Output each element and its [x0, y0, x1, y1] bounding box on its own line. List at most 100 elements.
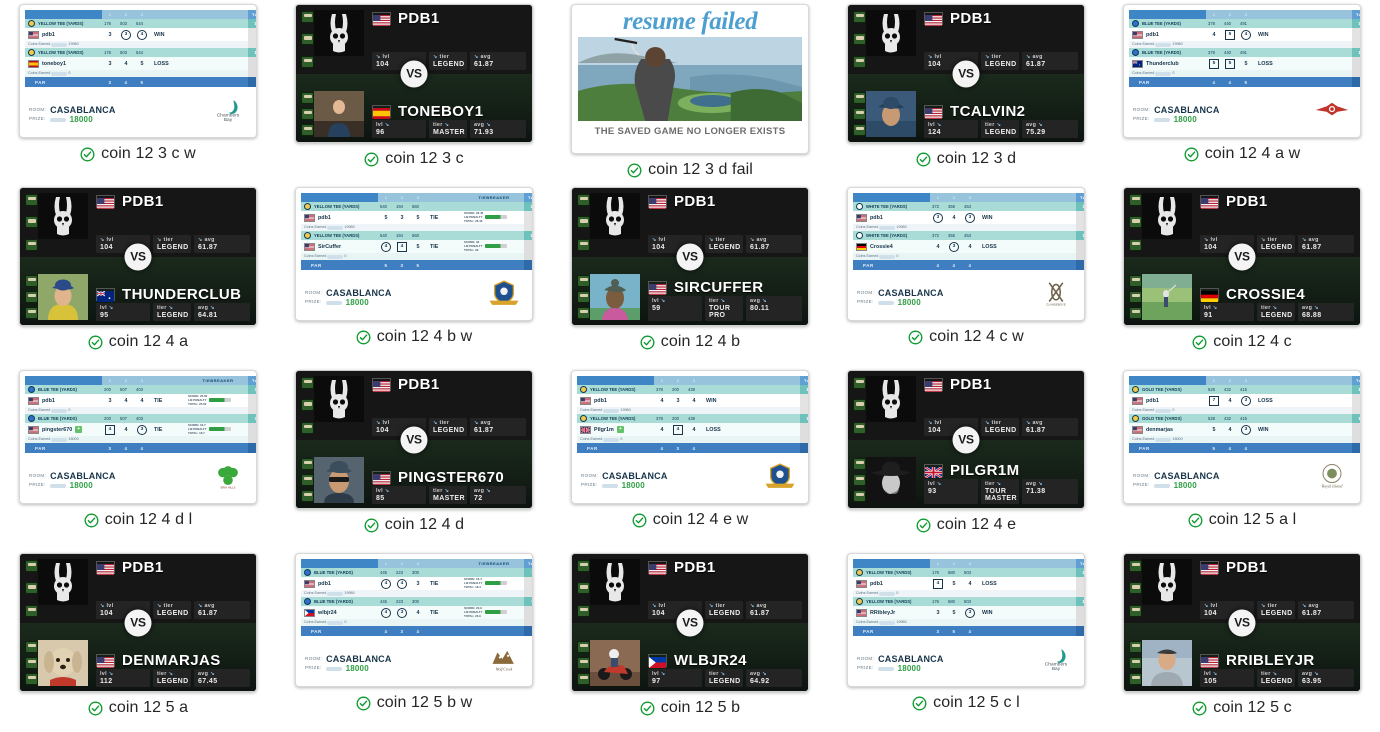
friend-add-icon[interactable]: + [75, 426, 83, 433]
versus-match-thumbnail[interactable]: PDB1 ↘ lvl 104 ↘ tier LEGEND ↘ avg 61.87 PILGR1… [847, 370, 1085, 509]
caption-text: coin 12 5 b [660, 699, 741, 716]
stat-tier: tier ↘ LEGEND [153, 669, 191, 687]
thumbnail-caption: coin 12 3 c [364, 150, 464, 168]
stat-tier-label: tier ↘ [985, 481, 1002, 487]
rank-badge-icon [301, 33, 314, 46]
rank-badge-icon [577, 657, 590, 669]
coins-pad3 [410, 224, 426, 231]
coins-pad4 [978, 619, 1016, 626]
scorecard-footer: ROOM: CASABLANCA PRIZE: 18000 [296, 270, 532, 307]
result-header [978, 559, 1016, 568]
tee-total: 1110 [248, 385, 256, 394]
caption-text: coin 12 4 c w [929, 328, 1024, 345]
rank-badge-icon [1129, 604, 1142, 617]
badge-column [301, 10, 314, 69]
room-label: ROOM: [305, 655, 323, 661]
scorecard-thumbnail[interactable]: 123TotalsYELLOW TEE (YARDS)3782004391017… [571, 370, 809, 504]
par-pad-tb [464, 626, 524, 636]
score-hole-3: 4 [134, 28, 150, 41]
player-info: RRIBLEYJR lvl ↘ 105 tier ↘ LEGEND avg ↘ 63.95 [1192, 647, 1360, 691]
caption-text: coin 12 4 b w [376, 328, 473, 345]
yards-2: 503 [118, 48, 134, 57]
stat-level-value: 105 [1204, 678, 1217, 685]
player-score-row: RRibleyJr353WIN11 [853, 606, 1084, 619]
coins-earned-cell: Coins Earned 18000 [25, 436, 102, 443]
tee-color-dot-icon [28, 49, 35, 56]
hole-2-header: 2 [670, 376, 686, 385]
par-total: 11 [524, 626, 532, 636]
coins-pad-total [248, 407, 256, 414]
stat-avg-label: avg ↘ [474, 122, 491, 128]
score-hole-2: 4 [118, 394, 134, 407]
scorecard-thumbnail[interactable]: 123TotalsWHITE TEE (YARDS)3723564531181p… [847, 187, 1085, 321]
versus-card: PDB1 ↘ lvl 104 ↘ tier LEGEND ↘ avg 61.87 TONEBO… [296, 5, 532, 142]
cowboy-hat-avatar [866, 457, 916, 503]
friend-add-icon[interactable]: + [616, 426, 624, 433]
coins-pad-total [248, 436, 256, 443]
versus-match-thumbnail[interactable]: PDB1 ↘ lvl 104 ↘ tier LEGEND ↘ avg 61.87 TCALVI… [847, 4, 1085, 143]
gallery-cell: 123TotalsYELLOW TEE (YARDS)3782004391017… [552, 366, 828, 549]
player-name-row: PDB1 [96, 193, 250, 210]
versus-match-thumbnail[interactable]: PDB1 ↘ lvl 104 ↘ tier LEGEND ↘ avg 61.87 PINGST… [295, 370, 533, 509]
coins-pad5 [188, 407, 248, 414]
rank-badge-icon [25, 657, 38, 669]
par-pad-tb [1016, 260, 1076, 270]
par-label: PAR [301, 260, 378, 270]
stat-level-value: 85 [376, 495, 385, 502]
par-1: 4 [1206, 77, 1222, 87]
versus-match-thumbnail[interactable]: PDB1 ↘ lvl 104 ↘ tier LEGEND ↘ avg 61.87 THUNDE… [19, 187, 257, 326]
result-header [426, 193, 464, 202]
versus-match-thumbnail[interactable]: PDB1 ↘ lvl 104 ↘ tier LEGEND ↘ avg 61.87 TONEBO… [295, 4, 533, 143]
player-info: PDB1 ↘ lvl 104 ↘ tier LEGEND ↘ avg 61.87 [916, 5, 1084, 74]
stat-tier-value: LEGEND [157, 678, 189, 685]
badge-column [577, 559, 590, 618]
sort-arrow-icon: ↘ [1302, 236, 1307, 243]
versus-match-thumbnail[interactable]: PDB1 ↘ lvl 104 ↘ tier LEGEND ↘ avg 61.87 WLBJR2… [571, 553, 809, 692]
scorecard-thumbnail[interactable]: 123TotalsYELLOW TEE (YARDS)1765805031259… [847, 553, 1085, 687]
player-name-row: PDB1 [1200, 193, 1354, 210]
stat-tier-value: LEGEND [1261, 609, 1293, 617]
tee-name: GOLD TEE (YARDS) [1129, 385, 1206, 394]
player-name: PDB1 [1226, 559, 1268, 576]
par-total: 12 [1076, 260, 1084, 270]
stat-avg-label: ↘ avg [1026, 53, 1043, 60]
skull-horns-avatar [590, 559, 640, 605]
header-blank [853, 559, 930, 568]
stat-avg-label: ↘ avg [474, 419, 491, 426]
rank-badge-icon [301, 55, 314, 68]
stat-level: lvl ↘ 124 [924, 120, 978, 138]
royal-island-logo: Royal Island [1314, 462, 1350, 490]
svg-text:CLANDEBOYE: CLANDEBOYE [1046, 303, 1066, 307]
scorecard-thumbnail[interactable]: 123TIEBREAKERTotalsBLUE TEE (YARDS)44522… [295, 553, 533, 687]
versus-match-thumbnail[interactable]: PDB1 ↘ lvl 104 ↘ tier LEGEND ↘ avg 61.87 CROSSI… [1123, 187, 1361, 326]
scorecard-thumbnail[interactable]: 123TIEBREAKERTotalsBLUE TEE (YARDS)20050… [19, 370, 257, 504]
coins-earned-cell: Coins Earned 0 [577, 436, 654, 443]
versus-match-thumbnail[interactable]: PDB1 ↘ lvl 104 ↘ tier LEGEND ↘ avg 61.87 DENMAR… [19, 553, 257, 692]
versus-card: PDB1 ↘ lvl 104 ↘ tier LEGEND ↘ avg 61.87 WLBJR2… [572, 554, 808, 691]
scorecard-thumbnail[interactable]: 123TIEBREAKERTotalsYELLOW TEE (YARDS)540… [295, 187, 533, 321]
scorecard-thumbnail[interactable]: 123TotalsYELLOW TEE (YARDS)1765035441223… [19, 4, 257, 138]
flag-us-icon [96, 195, 115, 209]
versus-match-thumbnail[interactable]: PDB1 ↘ lvl 104 ↘ tier LEGEND ↘ avg 61.87 SIRCUF… [571, 187, 809, 326]
player-info: WLBJR24 lvl ↘ 97 tier ↘ LEGEND avg ↘ 64.92 [640, 647, 808, 691]
coins-pad3 [1238, 41, 1254, 48]
coins-earned-row: Coins Earned 19980 [25, 41, 256, 48]
tee-row: YELLOW TEE (YARDS)176580503 1259 [853, 568, 1084, 577]
flag-us-icon [304, 242, 315, 251]
stat-tier-value: LEGEND [1261, 678, 1293, 685]
player-name-cell: Pilgr1m + [577, 423, 654, 436]
stat-level-label: ↘ lvl [928, 419, 942, 426]
scorecard-thumbnail[interactable]: 123TotalsBLUE TEE (YARDS)3784404911309pd… [1123, 4, 1361, 138]
player-stats: ↘ lvl 104 ↘ tier LEGEND ↘ avg 61.87 [1200, 234, 1354, 253]
resume-failed-thumbnail[interactable]: resume failed THE SAVED GAME NO LONGER EX… [571, 4, 809, 154]
tiebreaker-cell: SCORE: 16.7 LIE PENALTY TOTAL: 16.7 [188, 423, 248, 436]
rank-badge-icon [577, 216, 590, 229]
spacer-header [1292, 10, 1352, 19]
versus-match-thumbnail[interactable]: PDB1 ↘ lvl 104 ↘ tier LEGEND ↘ avg 61.87 RRIBLE… [1123, 553, 1361, 692]
scorecard-thumbnail[interactable]: 123TotalsGOLD TEE (YARDS)5284324151375pd… [1123, 370, 1361, 504]
room-prize-block: ROOM: CASABLANCA PRIZE: 18000 [857, 654, 944, 673]
par-pad [426, 626, 464, 636]
rank-badge-icon [1129, 275, 1142, 287]
stat-avg-label: ↘ avg [198, 236, 215, 243]
coins-pad4 [426, 224, 464, 231]
